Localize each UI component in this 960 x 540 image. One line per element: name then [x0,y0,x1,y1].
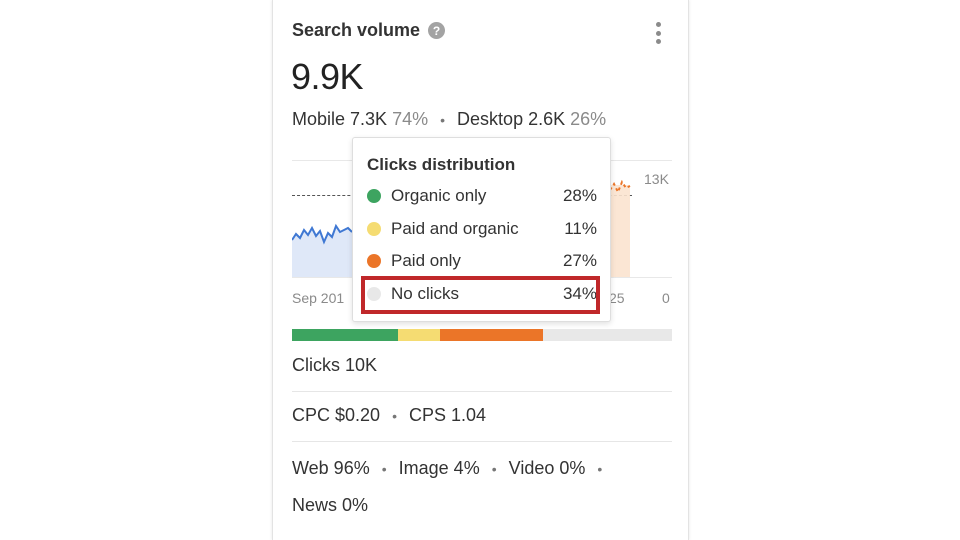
tooltip-percent: 27% [562,251,597,270]
tooltip-percent: 11% [564,219,597,238]
y-tick-top: 13K [644,171,669,187]
device-breakdown: Mobile 7.3K 74% • Desktop 2.6K 26% [292,109,606,130]
paid-dot-icon [367,254,381,268]
x-tick-left: Sep 201 [292,290,345,306]
mobile-percent: 74% [392,109,429,129]
video-share: Video 0% [508,458,586,478]
cpc-value: CPC $0.20 [292,405,381,425]
web-share: Web 96% [292,458,370,478]
tooltip-row-organic: Organic only 28% [367,186,597,208]
cpc-cps-row: CPC $0.20 • CPS 1.04 [292,405,486,426]
desktop-percent: 26% [570,109,607,129]
separator-dot: • [392,408,397,424]
more-options-icon[interactable] [653,22,663,44]
separator-dot: • [440,112,446,128]
serp-type-row: Web 96% • Image 4% • Video 0% • [292,458,609,479]
divider [292,441,672,442]
total-volume: 9.9K [291,56,364,97]
news-share: News 0% [292,495,369,515]
no-clicks-highlight-box [361,276,600,314]
clicks-total: Clicks 10K [292,355,378,375]
help-icon[interactable]: ? [428,22,446,39]
organic-dot-icon [367,189,381,203]
paid-organic-dot-icon [367,222,381,236]
x-tick-right: 25 [609,290,625,306]
tooltip-label: Paid only [391,251,461,270]
forecast-area [610,185,630,277]
separator-dot: • [597,461,603,477]
cps-value: CPS 1.04 [409,405,487,425]
desktop-volume: Desktop 2.6K [457,109,566,129]
paid-segment[interactable] [440,329,543,341]
clicks-distribution-bar[interactable] [292,329,672,341]
organic-segment[interactable] [292,329,399,341]
y-tick-bottom: 0 [662,290,670,306]
tooltip-title: Clicks distribution [367,155,516,174]
separator-dot: • [381,461,387,477]
card-title: Search volume [292,20,421,40]
image-share: Image 4% [398,458,480,478]
tooltip-label: Paid and organic [391,219,519,238]
tooltip-row-paid: Paid only 27% [367,251,597,273]
tooltip-label: Organic only [391,186,487,205]
tooltip-percent: 28% [562,186,597,205]
mobile-volume: Mobile 7.3K [292,109,388,129]
tooltip-row-paid-organic: Paid and organic 11% [367,219,597,241]
title-row: Search volume ? [292,20,446,41]
divider [292,391,672,392]
paid-organic-segment[interactable] [398,329,441,341]
separator-dot: • [491,461,497,477]
no-clicks-segment[interactable] [542,329,672,341]
